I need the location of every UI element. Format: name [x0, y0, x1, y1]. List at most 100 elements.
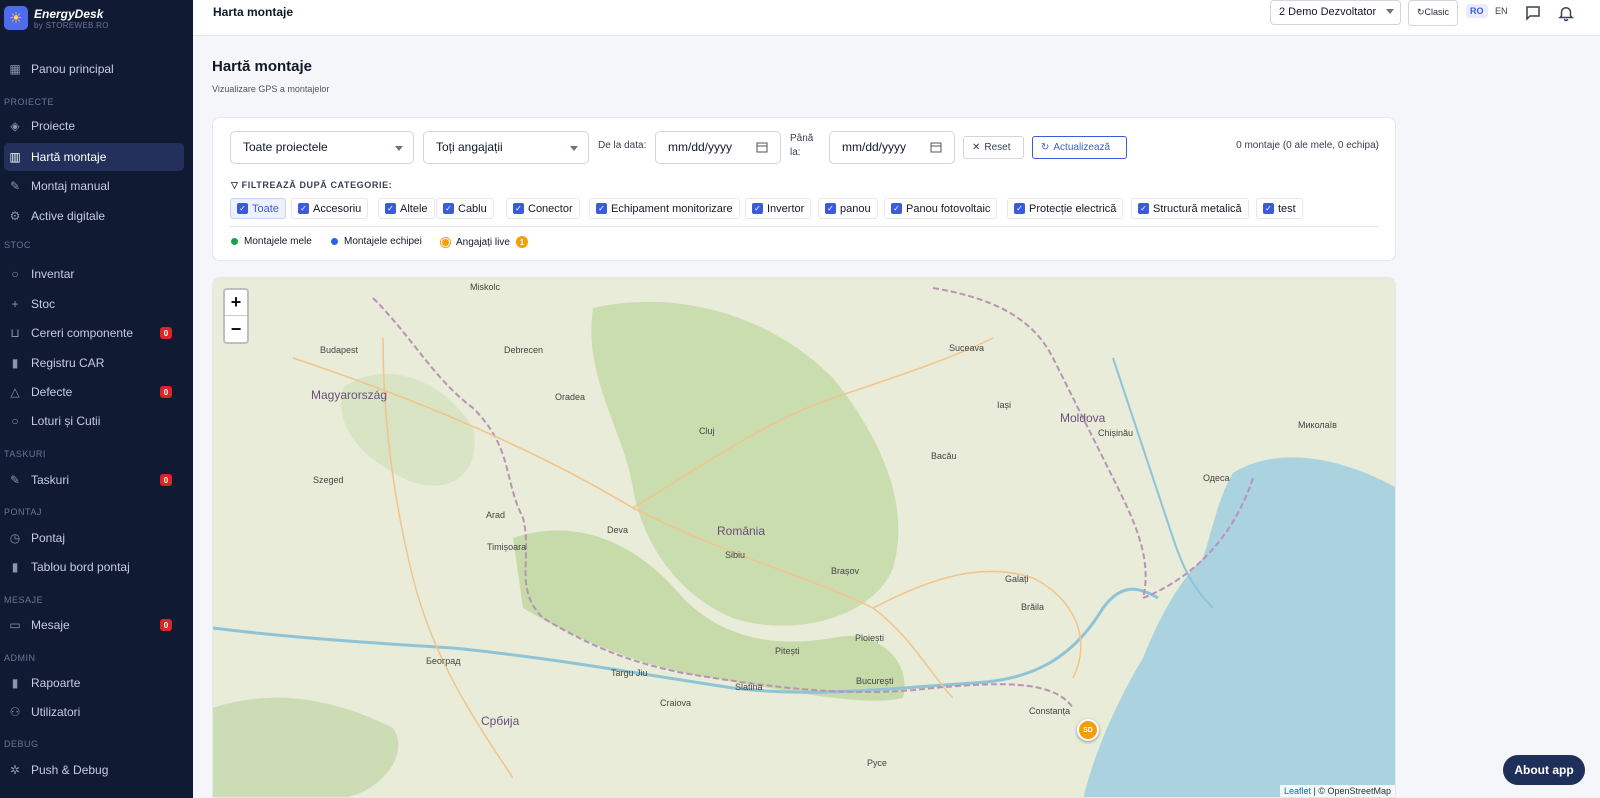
- map-label-city: Debrecen: [504, 345, 544, 355]
- chevron-down-icon: [570, 146, 578, 151]
- dashboard-icon: ▦: [9, 62, 21, 76]
- category-chip-echipament-monitorizare[interactable]: ✓ Echipament monitorizare: [589, 198, 740, 219]
- category-chip-accesoriu[interactable]: ✓ Accesoriu: [291, 198, 369, 219]
- to-date-input[interactable]: mm/dd/yyyy: [829, 131, 955, 164]
- sidebar-item-label: Taskuri: [31, 473, 70, 487]
- blue-dot-icon: [331, 238, 338, 245]
- sidebar-item-rapoarte[interactable]: ▮ Rapoarte: [4, 669, 184, 697]
- sidebar-item-utilizatori[interactable]: ⚇ Utilizatori: [4, 698, 184, 726]
- category-chip-panou[interactable]: ✓ panou: [818, 198, 878, 219]
- checkbox-checked-icon: ✓: [825, 203, 836, 214]
- sidebar-item-taskuri[interactable]: ✎ Taskuri 0: [4, 466, 184, 494]
- leaflet-link[interactable]: Leaflet: [1284, 786, 1311, 796]
- refresh-icon: ↻: [1417, 7, 1425, 17]
- employee-select[interactable]: Toți angajații: [423, 131, 589, 164]
- legend-label: Montajele mele: [244, 236, 312, 247]
- lang-ro-button[interactable]: RO: [1466, 4, 1488, 18]
- sidebar-item-loturi-cutii[interactable]: ○ Loturi și Cutii: [4, 407, 184, 435]
- bar-chart-icon: ▮: [11, 560, 19, 574]
- circle-icon: ○: [11, 414, 19, 428]
- category-chip-invertor[interactable]: ✓ Invertor: [745, 198, 812, 219]
- sidebar-item-panou-principal[interactable]: ▦ Panou principal: [4, 55, 184, 83]
- map-label-city: Slatina: [735, 682, 763, 692]
- map-label-city: Suceava: [949, 343, 985, 353]
- category-label: panou: [840, 202, 871, 215]
- sidebar-item-cereri-componente[interactable]: ⊔ Cereri componente 0: [4, 319, 184, 347]
- sidebar-item-label: Tablou bord pontaj: [31, 560, 130, 574]
- sidebar-item-label: Pontaj: [31, 531, 66, 545]
- sidebar-item-stoc[interactable]: + Stoc: [4, 290, 184, 318]
- sidebar-item-active-digitale[interactable]: ⚙ Active digitale: [4, 202, 184, 230]
- users-icon: ⚇: [9, 705, 21, 719]
- section-taskuri: TASKURI: [4, 449, 46, 459]
- sidebar-item-mesaje[interactable]: ▭ Mesaje 0: [4, 611, 184, 639]
- legend-live[interactable]: Angajați live 1: [441, 236, 528, 248]
- checkbox-checked-icon: ✓: [237, 203, 248, 214]
- sidebar-item-proiecte[interactable]: ◈ Proiecte: [4, 112, 184, 140]
- count-badge: 0: [160, 327, 172, 339]
- map-label-country: Magyarország: [311, 388, 388, 402]
- count-badge: 0: [160, 386, 172, 398]
- legend-mine: Montajele mele: [231, 236, 312, 247]
- green-dot-icon: [231, 238, 238, 245]
- sidebar-item-label: Defecte: [31, 385, 73, 399]
- section-proiecte: PROIECTE: [4, 97, 55, 107]
- sidebar-item-registru-car[interactable]: ▮ Registru CAR: [4, 349, 184, 377]
- employee-select-value: Toți angajații: [436, 140, 503, 154]
- topbar-title: Harta montaje: [213, 5, 294, 19]
- refresh-label: Actualizează: [1053, 142, 1111, 153]
- category-chip-structura-metalica[interactable]: ✓ Structură metalică: [1131, 198, 1249, 219]
- map-label-city: Bacău: [931, 451, 957, 461]
- lang-en-button[interactable]: EN: [1491, 4, 1512, 18]
- category-chip-protectie-electrica[interactable]: ✓ Protecție electrică: [1007, 198, 1124, 219]
- reset-button[interactable]: ✕ Reset: [963, 136, 1024, 159]
- count-badge: 0: [160, 474, 172, 486]
- sidebar-item-pontaj[interactable]: ◷ Pontaj: [4, 524, 184, 552]
- map-label-country: România: [717, 524, 766, 538]
- map-label-country: Србија: [481, 714, 520, 728]
- sidebar-item-push-debug[interactable]: ✲ Push & Debug: [4, 756, 184, 784]
- from-date-input[interactable]: mm/dd/yyyy: [655, 131, 781, 164]
- bell-icon[interactable]: [1557, 4, 1575, 22]
- category-chip-altele[interactable]: ✓ Altele: [378, 198, 435, 219]
- checkbox-checked-icon: ✓: [1014, 203, 1025, 214]
- category-chip-cablu[interactable]: ✓ Cablu: [436, 198, 494, 219]
- category-chip-panou-fotovoltaic[interactable]: ✓ Panou fotovoltaic: [884, 198, 998, 219]
- count-badge: 0: [160, 619, 172, 631]
- map-icon: ▥: [9, 150, 21, 164]
- sidebar-item-tablou-bord-pontaj[interactable]: ▮ Tablou bord pontaj: [4, 553, 184, 581]
- chat-icon[interactable]: [1524, 4, 1542, 22]
- sidebar-item-harta-montaje[interactable]: ▥ Hartă montaje: [4, 143, 184, 171]
- user-select[interactable]: 2 Demo Dezvoltator: [1270, 0, 1401, 25]
- project-select[interactable]: Toate proiectele: [230, 131, 414, 164]
- refresh-button[interactable]: ↻ Actualizează: [1032, 136, 1127, 159]
- category-chip-conector[interactable]: ✓ Conector: [506, 198, 580, 219]
- legend-team: Montajele echipei: [331, 236, 422, 247]
- about-app-button[interactable]: About app: [1503, 755, 1585, 785]
- brand[interactable]: ☀ EnergyDesk by STOREWEB.RO: [0, 0, 193, 36]
- page-subtitle: Vizualizare GPS a montajelor: [212, 84, 330, 94]
- map[interactable]: Magyarország România Moldova Србија Buda…: [212, 277, 1396, 798]
- calendar-icon[interactable]: [930, 141, 942, 153]
- zoom-out-button[interactable]: −: [225, 316, 247, 342]
- sidebar-item-defecte[interactable]: △ Defecte 0: [4, 378, 184, 406]
- message-icon: ▭: [9, 618, 21, 632]
- calendar-icon[interactable]: [756, 141, 768, 153]
- zoom-in-button[interactable]: +: [225, 290, 247, 316]
- sidebar-item-inventar[interactable]: ○ Inventar: [4, 260, 184, 288]
- to-date-label: Până la:: [790, 133, 814, 158]
- layers-icon: ◈: [10, 119, 20, 133]
- category-label: Toate: [252, 202, 279, 215]
- sidebar-item-label: Hartă montaje: [31, 150, 107, 164]
- project-select-value: Toate proiectele: [243, 140, 328, 154]
- sun-logo-icon: ☀: [4, 6, 28, 30]
- category-chip-toate[interactable]: ✓ Toate: [230, 198, 286, 219]
- legend-label: Montajele echipei: [344, 236, 422, 247]
- category-chip-test[interactable]: ✓ test: [1256, 198, 1303, 219]
- checkbox-checked-icon: ✓: [891, 203, 902, 214]
- sidebar-item-montaj-manual[interactable]: ✎ Montaj manual: [4, 172, 184, 200]
- live-employee-marker[interactable]: SD: [1077, 719, 1099, 741]
- category-label: Protecție electrică: [1029, 202, 1117, 215]
- clasic-button[interactable]: ↻Clasic: [1408, 0, 1458, 26]
- divider: [229, 226, 1379, 227]
